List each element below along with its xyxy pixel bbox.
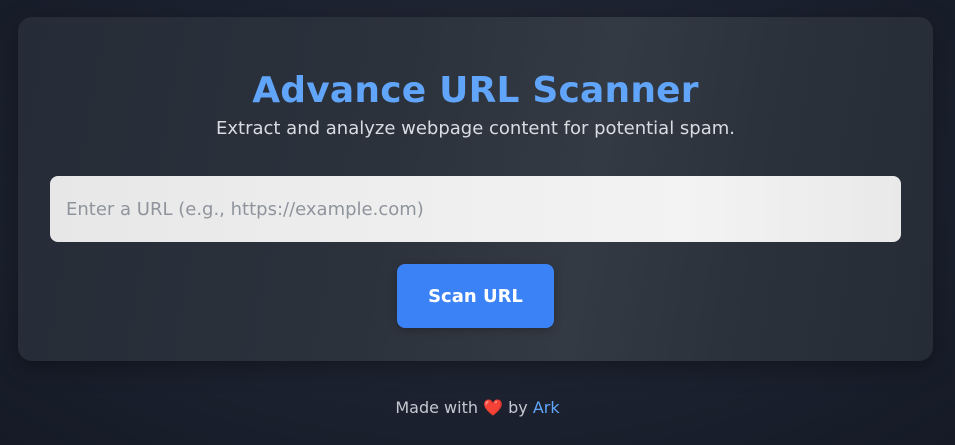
- page-subtitle: Extract and analyze webpage content for …: [215, 118, 736, 139]
- footer-made-with: Made with: [395, 398, 478, 417]
- url-input[interactable]: [50, 176, 901, 242]
- scan-url-button[interactable]: Scan URL: [397, 264, 554, 328]
- scanner-card: Advance URL Scanner Extract and analyze …: [18, 17, 933, 361]
- author-link[interactable]: Ark: [533, 398, 560, 417]
- footer: Made with ❤️ by Ark: [0, 396, 955, 420]
- page-title: Advance URL Scanner: [252, 70, 699, 111]
- heart-icon: ❤️: [483, 398, 504, 417]
- footer-by: by: [508, 398, 528, 417]
